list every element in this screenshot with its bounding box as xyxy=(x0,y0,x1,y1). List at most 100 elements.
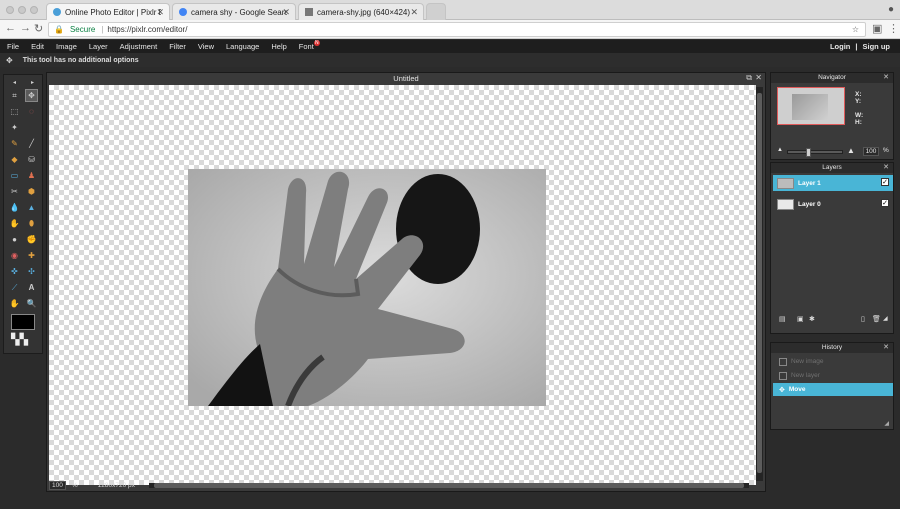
close-icon[interactable]: ✕ xyxy=(156,7,164,18)
menu-edit[interactable]: Edit xyxy=(25,42,50,51)
star-icon[interactable]: ☆ xyxy=(852,25,859,34)
resize-grip-icon[interactable]: ◢ xyxy=(883,315,893,323)
layer-visibility-checkbox[interactable]: ✓ xyxy=(881,178,889,186)
close-icon[interactable]: ✕ xyxy=(282,7,290,18)
navigator-thumbnail[interactable] xyxy=(777,87,845,125)
menu-language[interactable]: Language xyxy=(220,42,265,51)
more-icon[interactable]: ⋮ xyxy=(888,22,899,35)
login-link[interactable]: Login xyxy=(830,42,850,51)
new-tab-button[interactable] xyxy=(426,3,446,20)
color-picker-icon[interactable]: ⟋ xyxy=(8,281,21,294)
window-minimize-button[interactable] xyxy=(18,6,26,14)
grid-icon[interactable]: ▚▚ xyxy=(11,333,35,347)
history-item[interactable]: ✥ Move xyxy=(773,383,893,396)
replace-color-icon[interactable]: ✂ xyxy=(8,185,21,198)
history-item[interactable]: New layer xyxy=(773,369,893,382)
red-eye-tool-icon[interactable]: ◉ xyxy=(8,249,21,262)
zoom-slider[interactable] xyxy=(787,148,843,157)
browser-tab-pixlr[interactable]: Online Photo Editor | Pixlr Editor ✕ xyxy=(46,3,170,20)
close-icon[interactable]: ✕ xyxy=(883,343,889,353)
layer-styles-icon[interactable]: ✱ xyxy=(809,315,819,323)
history-title: History xyxy=(821,344,843,351)
canvas[interactable] xyxy=(49,85,756,485)
close-icon[interactable]: ✕ xyxy=(755,73,762,82)
scroll-thumb[interactable] xyxy=(154,483,744,488)
menu-file[interactable]: File xyxy=(0,42,25,51)
layer-row[interactable]: Layer 1 ✓ xyxy=(773,175,893,191)
delete-layer-icon[interactable]: 🗑 xyxy=(872,315,882,323)
history-item[interactable]: New image xyxy=(773,355,893,368)
marquee-tool-icon[interactable]: ⬚ xyxy=(8,105,21,118)
bucket-tool-icon[interactable]: ⛁ xyxy=(25,153,38,166)
spot-heal-icon[interactable]: ✚ xyxy=(25,249,38,262)
move-tool-icon[interactable]: ✥ xyxy=(25,89,38,102)
w-label: W: xyxy=(855,112,864,119)
close-icon[interactable]: ✕ xyxy=(410,7,418,18)
lasso-tool-icon[interactable]: ◌ xyxy=(25,105,38,118)
menu-adjustment[interactable]: Adjustment xyxy=(114,42,164,51)
address-bar[interactable]: 🔒 Secure | https://pixlr.com/editor/ ☆ xyxy=(48,22,866,37)
type-tool-icon[interactable]: A xyxy=(25,281,38,294)
burn-tool-icon[interactable]: ● xyxy=(8,233,21,246)
signup-link[interactable]: Sign up xyxy=(863,42,891,51)
browser-tab-image[interactable]: camera-shy.jpg (640×424) ✕ xyxy=(298,3,424,20)
menu-image[interactable]: Image xyxy=(50,42,83,51)
navigator-zoom-input[interactable]: 100 xyxy=(863,147,879,156)
new-layer-icon[interactable]: ▯ xyxy=(861,315,871,323)
menu-help[interactable]: Help xyxy=(265,42,292,51)
bloat-tool-icon[interactable]: ✜ xyxy=(8,265,21,278)
vertical-scrollbar[interactable] xyxy=(756,87,763,481)
sponge-tool-icon[interactable]: ⬮ xyxy=(25,217,38,230)
brush-tool-icon[interactable]: ╱ xyxy=(25,137,38,150)
drawing-tool-icon[interactable]: ⬢ xyxy=(25,185,38,198)
zoom-slider-knob[interactable] xyxy=(806,148,811,157)
forward-icon[interactable]: → xyxy=(20,22,31,34)
gradient-tool-icon[interactable]: ▭ xyxy=(8,169,21,182)
document-title: Untitled xyxy=(393,74,419,83)
menu-view[interactable]: View xyxy=(192,42,220,51)
zoom-input[interactable]: 100 xyxy=(49,481,66,490)
hand-photo xyxy=(188,169,546,408)
pencil-tool-icon[interactable]: ✎ xyxy=(8,137,21,150)
zoom-tool-icon[interactable]: 🔍 xyxy=(25,297,38,310)
hand-tool-icon[interactable]: ✋ xyxy=(8,297,21,310)
layer-row[interactable]: Layer 0 ✓ xyxy=(773,196,893,212)
reload-icon[interactable]: ↻ xyxy=(34,22,43,35)
close-icon[interactable]: ✕ xyxy=(883,163,889,173)
scroll-thumb[interactable] xyxy=(757,93,762,473)
wand-tool-icon[interactable]: ✦ xyxy=(8,121,21,134)
extension-icon[interactable]: ▣ xyxy=(872,22,882,35)
resize-grip-icon[interactable]: ◢ xyxy=(884,420,889,427)
panel-arrow-right-icon[interactable]: ▸ xyxy=(26,76,39,89)
menu-font[interactable]: Font N xyxy=(293,40,320,51)
layer-settings-icon[interactable]: ▤ xyxy=(779,315,789,323)
profile-icon[interactable]: ● xyxy=(888,4,894,15)
crop-tool-icon[interactable]: ⌗ xyxy=(8,89,21,102)
layer-visibility-checkbox[interactable]: ✓ xyxy=(881,199,889,207)
auth-separator: | xyxy=(855,42,858,51)
document-window: Untitled ⧉ ✕ 100 % 1280x720 px xyxy=(46,72,766,492)
back-icon[interactable]: ← xyxy=(5,22,16,34)
menu-layer[interactable]: Layer xyxy=(83,42,114,51)
tool-options-bar: ✥ This tool has no additional options xyxy=(0,53,900,67)
window-close-button[interactable] xyxy=(6,6,14,14)
zoom-out-icon[interactable]: ▲ xyxy=(777,147,783,153)
pinch-tool-icon[interactable]: ✣ xyxy=(25,265,38,278)
foreground-color-swatch[interactable] xyxy=(11,314,35,330)
menu-filter[interactable]: Filter xyxy=(163,42,192,51)
restore-icon[interactable]: ⧉ xyxy=(746,73,752,83)
panel-arrow-left-icon[interactable]: ◂ xyxy=(8,76,21,89)
eraser-tool-icon[interactable]: ◆ xyxy=(8,153,21,166)
close-icon[interactable]: ✕ xyxy=(883,73,889,83)
dodge-tool-icon[interactable]: ✊ xyxy=(25,233,38,246)
tool-options-text: This tool has no additional options xyxy=(22,56,139,64)
horizontal-scrollbar[interactable] xyxy=(149,483,749,488)
browser-tab-google[interactable]: camera shy - Google Search ✕ xyxy=(172,3,296,20)
stamp-tool-icon[interactable]: ♟ xyxy=(25,169,38,182)
window-zoom-button[interactable] xyxy=(30,6,38,14)
sharpen-tool-icon[interactable]: ▲ xyxy=(25,201,38,214)
blur-tool-icon[interactable]: 💧 xyxy=(8,201,21,214)
zoom-in-icon[interactable]: ▲ xyxy=(847,146,855,155)
layer-mask-icon[interactable]: ▣ xyxy=(797,315,807,323)
smudge-tool-icon[interactable]: ✋ xyxy=(8,217,21,230)
